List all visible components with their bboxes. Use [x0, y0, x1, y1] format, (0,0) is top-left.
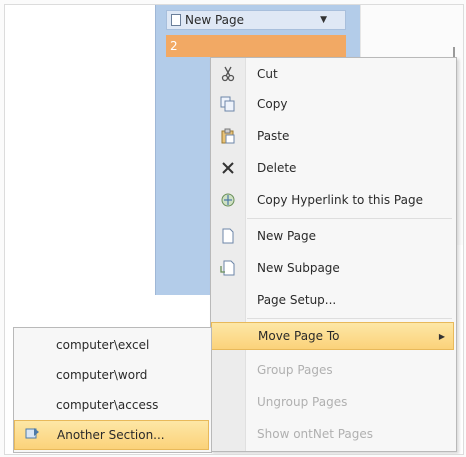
submenu-item-access[interactable]: computer\access — [14, 390, 209, 420]
menu-item-group-pages: Group Pages — [211, 356, 454, 384]
page-tab-selected[interactable]: 2 — [166, 35, 346, 57]
context-menu: Cut Copy Paste Delete Copy Hyperlink to — [210, 57, 457, 452]
submenu-item-word[interactable]: computer\word — [14, 360, 209, 390]
menu-item-label: Ungroup Pages — [257, 395, 348, 409]
menu-separator — [247, 318, 452, 319]
menu-item-label: Copy Hyperlink to this Page — [257, 193, 423, 207]
new-page-icon — [219, 227, 237, 245]
page-icon — [171, 14, 181, 26]
menu-item-copy[interactable]: Copy — [211, 90, 454, 118]
menu-item-paste[interactable]: Paste — [211, 122, 454, 150]
page-tab-new-page[interactable]: New Page ▼ — [166, 10, 346, 30]
menu-item-label: New Page — [257, 229, 317, 243]
menu-separator — [247, 218, 452, 219]
menu-item-new-subpage[interactable]: New Subpage — [211, 254, 454, 282]
menu-item-label: Cut — [257, 67, 278, 81]
menu-item-cut[interactable]: Cut — [211, 60, 454, 88]
submenu-item-label: Another Section... — [57, 428, 165, 442]
hyperlink-icon — [219, 191, 237, 209]
menu-item-label: Group Pages — [257, 363, 333, 377]
menu-item-copy-hyperlink[interactable]: Copy Hyperlink to this Page — [211, 186, 454, 214]
menu-item-show-pages: Show ontNet Pages — [211, 420, 454, 448]
submenu-item-excel[interactable]: computer\excel — [14, 330, 209, 360]
menu-item-label: Delete — [257, 161, 297, 175]
menu-item-ungroup-pages: Ungroup Pages — [211, 388, 454, 416]
submenu-arrow-icon: ▶ — [438, 331, 445, 341]
menu-item-label: Copy — [257, 97, 288, 111]
submenu-item-label: computer\word — [56, 368, 148, 382]
page-tab-label: 2 — [170, 39, 178, 53]
menu-item-label: Show ontNet Pages — [257, 427, 374, 441]
copy-icon — [219, 95, 237, 113]
menu-item-label: New Subpage — [257, 261, 340, 275]
window-frame: New Page ▼ 2 Cut Copy Paste Delete Copy … — [4, 4, 464, 455]
menu-item-label: Page Setup... — [257, 293, 337, 307]
menu-item-label: Move Page To — [258, 329, 340, 343]
delete-icon — [219, 159, 237, 177]
menu-item-new-page[interactable]: New Page — [211, 222, 454, 250]
submenu-item-label: computer\access — [56, 398, 159, 412]
paste-icon — [219, 127, 237, 145]
menu-item-page-setup[interactable]: Page Setup... — [211, 286, 454, 314]
section-icon — [25, 426, 41, 444]
menu-item-delete[interactable]: Delete — [211, 154, 454, 182]
menu-item-label: Paste — [257, 129, 290, 143]
submenu-item-another-section[interactable]: Another Section... — [14, 420, 209, 450]
dropdown-arrow-icon[interactable]: ▼ — [320, 15, 327, 25]
page-tab-label: New Page — [185, 13, 245, 27]
move-page-submenu: computer\excel computer\word computer\ac… — [13, 327, 212, 453]
menu-item-move-page-to[interactable]: Move Page To ▶ — [211, 322, 454, 350]
submenu-item-label: computer\excel — [56, 338, 150, 352]
new-subpage-icon — [219, 259, 237, 277]
scissors-icon — [219, 65, 237, 83]
